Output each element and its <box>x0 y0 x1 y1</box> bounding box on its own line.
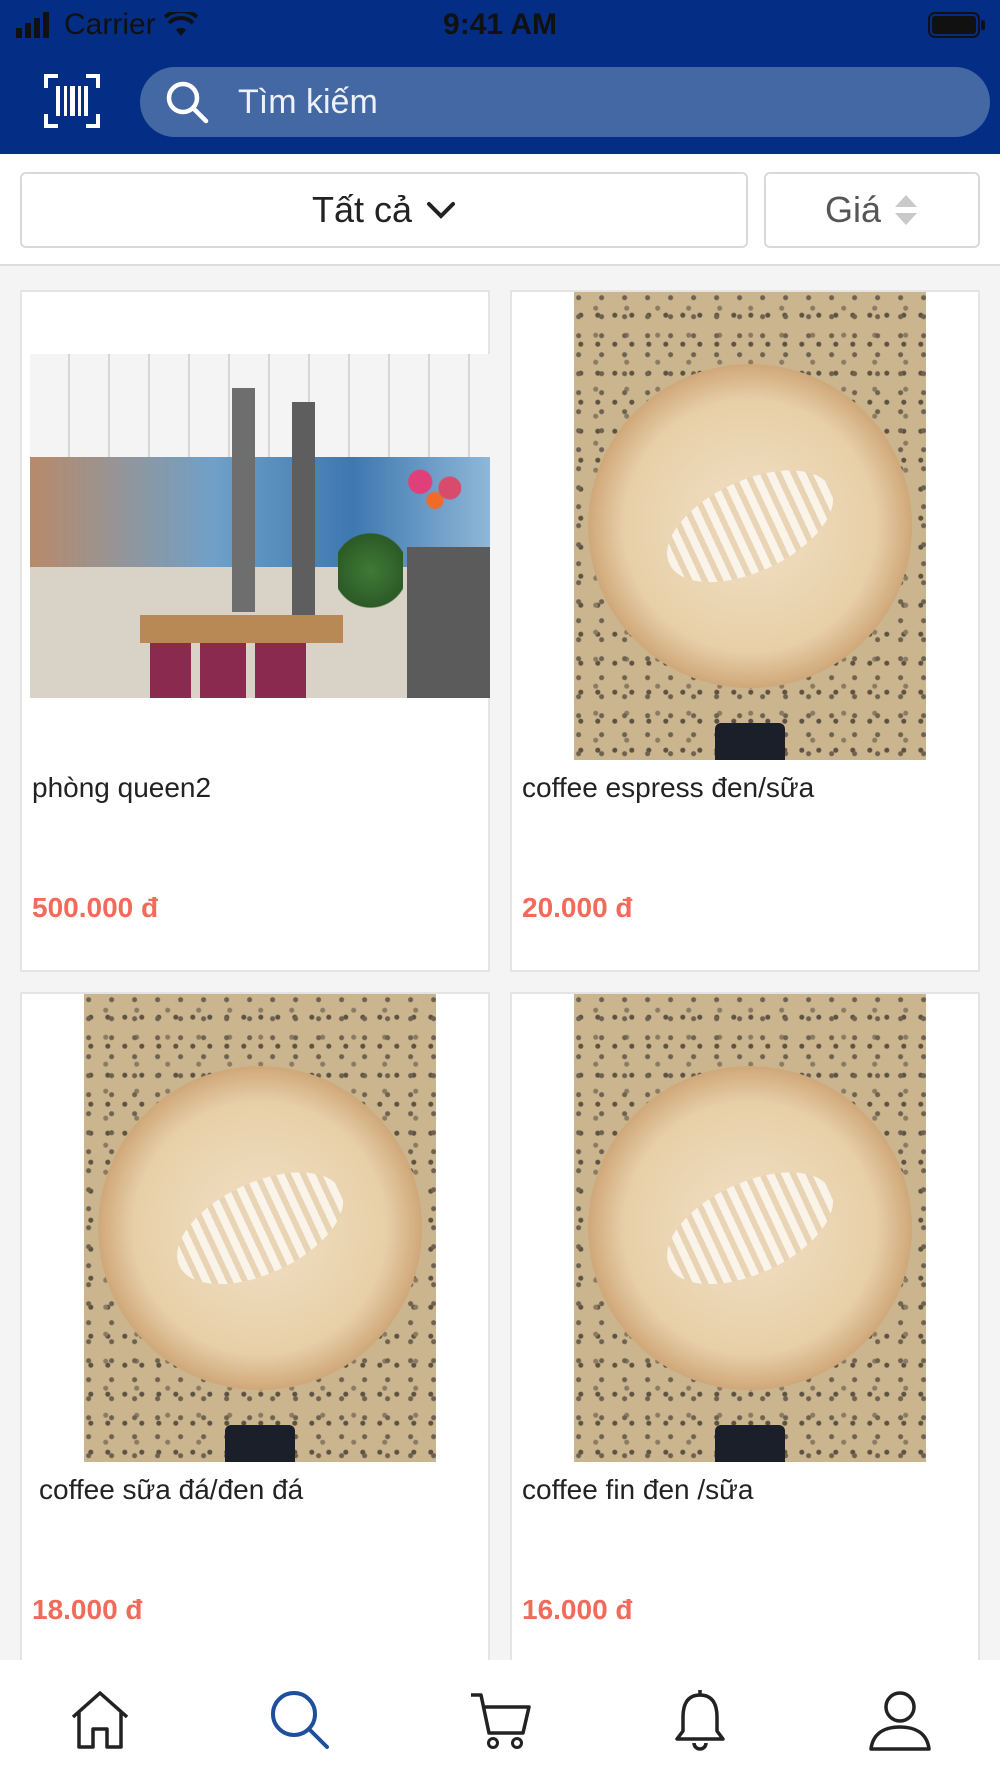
search-icon <box>271 1691 329 1749</box>
search-input[interactable]: Tìm kiếm <box>140 67 990 137</box>
search-placeholder: Tìm kiếm <box>238 82 378 121</box>
product-card[interactable]: coffee fin đen /sữa 16.000 đ <box>510 992 980 1692</box>
category-filter-button[interactable]: Tất cả <box>20 172 748 248</box>
product-image <box>574 994 926 1462</box>
product-name: coffee espress đen/sữa <box>522 772 815 803</box>
product-name: coffee fin đen /sữa <box>522 1474 754 1505</box>
search-icon <box>166 81 209 124</box>
filter-bar: Tất cả Giá <box>0 154 1000 266</box>
app-header: Carrier 9:41 AM Tìm kiếm <box>0 0 1000 154</box>
bottom-tab-bar <box>0 1660 1000 1778</box>
user-icon <box>869 1691 931 1751</box>
category-filter-label: Tất cả <box>311 189 413 230</box>
product-price: 16.000 đ <box>522 1594 633 1625</box>
product-name: phòng queen2 <box>32 772 212 803</box>
barcode-scan-icon[interactable] <box>44 74 100 128</box>
product-image <box>574 292 926 760</box>
battery-icon <box>928 12 985 38</box>
product-card[interactable]: phòng queen2 500.000 đ <box>20 290 490 972</box>
product-price: 500.000 đ <box>32 892 159 923</box>
tab-notifications[interactable] <box>660 1680 740 1760</box>
product-image <box>30 354 490 698</box>
status-bar: Carrier 9:41 AM <box>0 0 1000 50</box>
cart-icon <box>471 1693 531 1749</box>
product-card[interactable]: coffee sữa đá/đen đá 18.000 đ <box>20 992 490 1692</box>
home-icon <box>71 1691 129 1749</box>
sort-icon <box>895 195 918 225</box>
chevron-down-icon <box>427 202 456 219</box>
tab-profile[interactable] <box>860 1680 940 1760</box>
product-name: coffee sữa đá/đen đá <box>39 1474 304 1505</box>
tab-home[interactable] <box>60 1680 140 1760</box>
tab-search[interactable] <box>260 1680 340 1760</box>
product-price: 18.000 đ <box>32 1594 143 1625</box>
product-price: 20.000 đ <box>522 892 633 923</box>
price-sort-button[interactable]: Giá <box>764 172 980 248</box>
status-time: 9:41 AM <box>443 8 557 41</box>
price-sort-label: Giá <box>824 189 882 230</box>
product-card[interactable]: coffee espress đen/sữa 20.000 đ <box>510 290 980 972</box>
tab-cart[interactable] <box>460 1680 540 1760</box>
bell-icon <box>675 1690 725 1751</box>
product-image <box>84 994 436 1462</box>
